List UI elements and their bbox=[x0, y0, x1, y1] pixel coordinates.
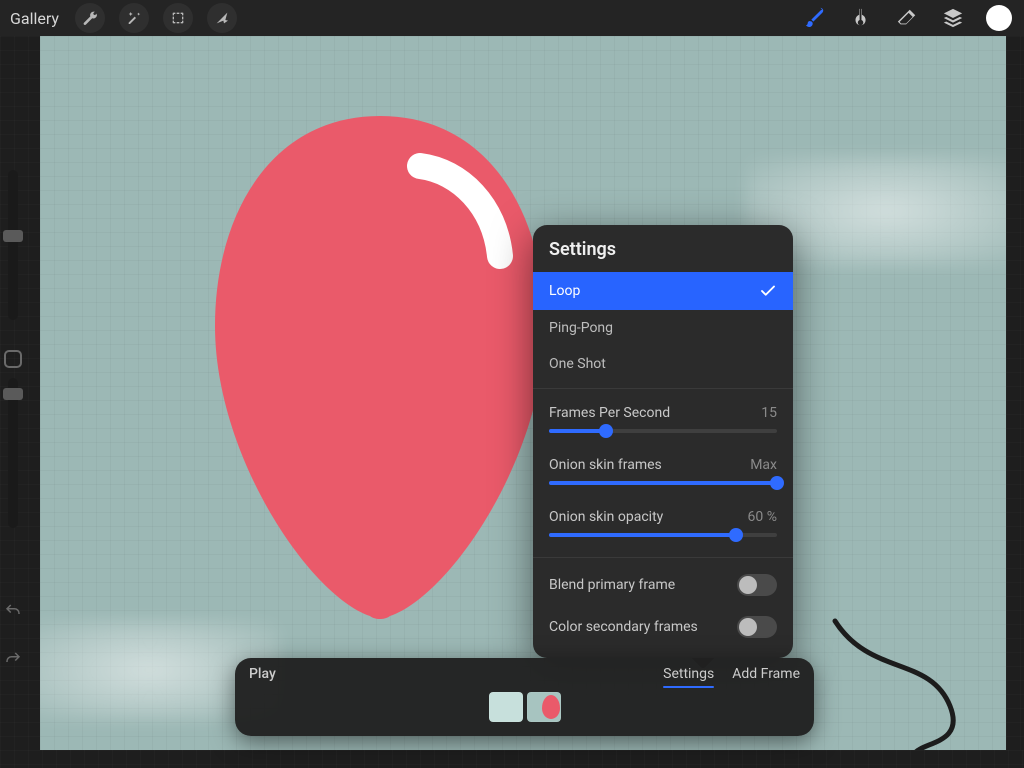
playback-pingpong-option[interactable]: Ping-Pong bbox=[533, 310, 793, 346]
color-secondary-toggle-row: Color secondary frames bbox=[533, 606, 793, 648]
redo-icon[interactable] bbox=[4, 650, 22, 668]
eraser-icon bbox=[896, 7, 918, 29]
onion-opacity-label: Onion skin opacity bbox=[549, 509, 663, 525]
onion-frames-slider[interactable] bbox=[549, 481, 777, 485]
onion-frames-value: Max bbox=[750, 457, 777, 473]
onion-opacity-value: 60 % bbox=[748, 509, 777, 525]
brush-icon bbox=[804, 7, 826, 29]
animation-timeline: Play Settings Add Frame bbox=[235, 658, 814, 736]
eraser-button[interactable] bbox=[892, 3, 922, 33]
brush-button[interactable] bbox=[800, 3, 830, 33]
playback-oneshot-option[interactable]: One Shot bbox=[533, 346, 793, 382]
undo-icon[interactable] bbox=[4, 602, 22, 620]
canvas[interactable] bbox=[40, 36, 1006, 750]
layers-icon bbox=[942, 7, 964, 29]
onion-frames-slider-row: Onion skin frames Max bbox=[533, 447, 793, 499]
onion-opacity-slider[interactable] bbox=[549, 533, 777, 537]
animation-settings-popover: Settings Loop Ping-Pong One Shot Frames … bbox=[533, 225, 793, 658]
undo-redo-group bbox=[4, 602, 22, 668]
frame-thumbnail[interactable] bbox=[489, 692, 523, 722]
fps-slider-row: Frames Per Second 15 bbox=[533, 395, 793, 447]
add-frame-button[interactable]: Add Frame bbox=[732, 666, 800, 682]
popover-title: Settings bbox=[533, 225, 793, 272]
color-secondary-toggle[interactable] bbox=[737, 616, 777, 638]
wand-icon bbox=[126, 10, 142, 26]
transform-button[interactable] bbox=[207, 3, 237, 33]
selection-button[interactable] bbox=[163, 3, 193, 33]
frames-strip[interactable] bbox=[249, 688, 800, 726]
onion-opacity-slider-row: Onion skin opacity 60 % bbox=[533, 499, 793, 551]
fps-slider[interactable] bbox=[549, 429, 777, 433]
brush-size-slider[interactable] bbox=[8, 170, 18, 320]
smudge-icon bbox=[850, 7, 872, 29]
smudge-button[interactable] bbox=[846, 3, 876, 33]
frame-thumbnail[interactable] bbox=[527, 692, 561, 722]
divider bbox=[533, 557, 793, 558]
onion-frames-label: Onion skin frames bbox=[549, 457, 662, 473]
fps-label: Frames Per Second bbox=[549, 405, 670, 421]
modify-button[interactable] bbox=[4, 350, 22, 368]
divider bbox=[533, 388, 793, 389]
color-button[interactable] bbox=[984, 3, 1014, 33]
workspace-grid bbox=[0, 750, 1024, 768]
adjustments-button[interactable] bbox=[119, 3, 149, 33]
arrow-icon bbox=[214, 10, 230, 26]
brush-opacity-slider[interactable] bbox=[8, 378, 18, 528]
balloon-art bbox=[200, 106, 560, 626]
playback-loop-option[interactable]: Loop bbox=[533, 272, 793, 310]
layers-button[interactable] bbox=[938, 3, 968, 33]
fps-value: 15 bbox=[761, 405, 777, 421]
canvas-area[interactable] bbox=[40, 36, 1006, 750]
side-sliders bbox=[0, 170, 26, 548]
color-swatch-icon bbox=[986, 5, 1012, 31]
gallery-button[interactable]: Gallery bbox=[10, 9, 59, 28]
play-button[interactable]: Play bbox=[249, 666, 276, 682]
actions-button[interactable] bbox=[75, 3, 105, 33]
workspace-grid bbox=[1006, 36, 1024, 750]
check-icon bbox=[759, 282, 777, 300]
blend-primary-label: Blend primary frame bbox=[549, 577, 675, 593]
timeline-settings-button[interactable]: Settings bbox=[663, 666, 714, 682]
blend-primary-toggle[interactable] bbox=[737, 574, 777, 596]
blend-primary-toggle-row: Blend primary frame bbox=[533, 564, 793, 606]
selection-icon bbox=[170, 10, 186, 26]
wrench-icon bbox=[82, 10, 98, 26]
top-toolbar: Gallery bbox=[0, 0, 1024, 36]
color-secondary-label: Color secondary frames bbox=[549, 619, 698, 635]
